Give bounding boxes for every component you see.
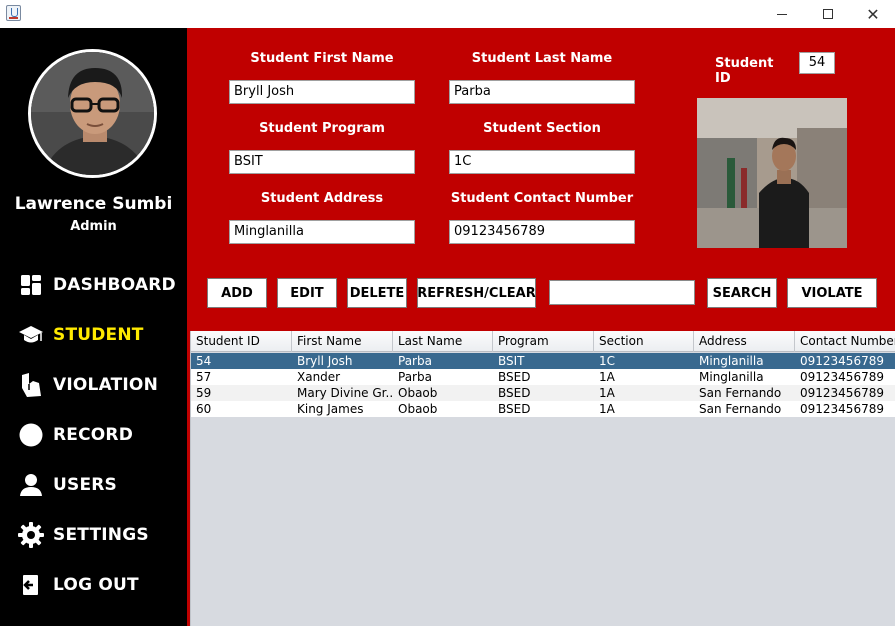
search-input[interactable] — [549, 280, 695, 305]
violation-hand-icon — [18, 372, 44, 398]
table-cell: San Fernando — [699, 386, 782, 400]
maximize-button[interactable] — [805, 0, 851, 28]
table-cell: 1C — [599, 354, 616, 368]
student-form-panel: Student First Name Bryll Josh Student La… — [187, 28, 895, 626]
first-name-field[interactable]: Bryll Josh — [229, 80, 415, 104]
table-row[interactable]: 57 Xander Parba BSED 1A Minglanilla 0912… — [191, 369, 895, 385]
table-cell: 09123456789 — [800, 354, 884, 368]
logout-icon — [18, 572, 44, 598]
avatar — [28, 49, 157, 178]
table-cell: San Fernando — [699, 402, 782, 416]
minimize-button[interactable] — [759, 0, 805, 28]
address-label: Student Address — [260, 191, 384, 206]
close-icon: ✕ — [866, 4, 880, 24]
student-photo — [697, 98, 847, 248]
table-cell: 59 — [196, 386, 212, 400]
student-id-field[interactable]: 54 — [799, 52, 835, 74]
column-header[interactable]: Address — [694, 331, 795, 352]
table-cell: 54 — [196, 354, 212, 368]
nav-dashboard[interactable]: DASHBOARD — [0, 268, 187, 302]
table-cell: 09123456789 — [800, 386, 884, 400]
column-header[interactable]: Contact Number — [795, 331, 895, 352]
table-cell: Minglanilla — [699, 370, 764, 384]
table-cell: Obaob — [398, 386, 438, 400]
graduation-cap-icon — [18, 322, 44, 348]
table-cell: 1A — [599, 402, 615, 416]
nav-violation-label: VIOLATION — [53, 375, 159, 395]
violate-button[interactable]: VIOLATE — [787, 278, 877, 308]
user-icon — [18, 472, 44, 498]
avatar-photo — [31, 52, 154, 175]
contact-label: Student Contact Number — [450, 191, 634, 206]
delete-button[interactable]: DELETE — [347, 278, 407, 308]
user-name: Lawrence Sumbi — [14, 194, 173, 214]
program-field[interactable]: BSIT — [229, 150, 415, 174]
section-label: Student Section — [483, 121, 601, 136]
nav-record[interactable]: RECORD — [0, 418, 187, 452]
table-cell: King James — [297, 402, 364, 416]
minimize-icon — [777, 13, 787, 15]
student-id-label: Student ID — [715, 56, 774, 86]
nav-logout[interactable]: LOG OUT — [0, 568, 187, 602]
java-app-icon — [6, 5, 21, 21]
nav-logout-label: LOG OUT — [53, 575, 139, 595]
program-label: Student Program — [259, 121, 385, 136]
nav-settings-label: SETTINGS — [53, 525, 149, 545]
nav-record-label: RECORD — [53, 425, 134, 445]
table-row[interactable]: 60 King James Obaob BSED 1A San Fernando… — [191, 401, 895, 417]
table-cell: Mary Divine Gr... — [297, 386, 393, 400]
table-cell: Parba — [398, 370, 432, 384]
add-button[interactable]: ADD — [207, 278, 267, 308]
table-cell: 57 — [196, 370, 212, 384]
table-cell: 09123456789 — [800, 370, 884, 384]
nav-users[interactable]: USERS — [0, 468, 187, 502]
nav-dashboard-label: DASHBOARD — [53, 275, 176, 295]
column-header[interactable]: First Name — [292, 331, 393, 352]
window-title-bar: ✕ — [0, 0, 895, 28]
contact-field[interactable]: 09123456789 — [449, 220, 635, 244]
table-cell: BSIT — [498, 354, 525, 368]
edit-button[interactable]: EDIT — [277, 278, 337, 308]
table-cell: 1A — [599, 386, 615, 400]
user-role: Admin — [70, 219, 117, 234]
table-cell: BSED — [498, 402, 531, 416]
first-name-label: Student First Name — [250, 51, 394, 66]
column-header[interactable]: Program — [493, 331, 594, 352]
section-field[interactable]: 1C — [449, 150, 635, 174]
nav-violation[interactable]: VIOLATION — [0, 368, 187, 402]
table-row[interactable]: 59 Mary Divine Gr... Obaob BSED 1A San F… — [191, 385, 895, 401]
sidebar: Lawrence Sumbi Admin DASHBOARD STUDENT V… — [0, 28, 187, 626]
table-cell: 60 — [196, 402, 212, 416]
nav-users-label: USERS — [53, 475, 117, 495]
nav-settings[interactable]: SETTINGS — [0, 518, 187, 552]
table-cell: Minglanilla — [699, 354, 764, 368]
students-table[interactable]: Student ID First Name Last Name Program … — [190, 331, 895, 626]
maximize-icon — [823, 9, 833, 19]
last-name-field[interactable]: Parba — [449, 80, 635, 104]
close-button[interactable]: ✕ — [850, 0, 895, 28]
column-header[interactable]: Section — [594, 331, 694, 352]
record-circle-icon — [18, 422, 44, 448]
column-header[interactable]: Student ID — [191, 331, 292, 352]
table-cell: Xander — [297, 370, 341, 384]
table-cell: Obaob — [398, 402, 438, 416]
table-cell: BSED — [498, 370, 531, 384]
refresh-clear-button[interactable]: REFRESH/CLEAR — [417, 278, 536, 308]
nav-student-label: STUDENT — [53, 325, 144, 345]
column-header[interactable]: Last Name — [393, 331, 493, 352]
table-cell: 09123456789 — [800, 402, 884, 416]
nav-student[interactable]: STUDENT — [0, 318, 187, 352]
search-button[interactable]: SEARCH — [707, 278, 777, 308]
table-cell: Parba — [398, 354, 432, 368]
table-cell: 1A — [599, 370, 615, 384]
table-header: Student ID First Name Last Name Program … — [191, 331, 895, 352]
dashboard-icon — [18, 272, 44, 298]
table-cell: Bryll Josh — [297, 354, 353, 368]
last-name-label: Student Last Name — [471, 51, 613, 66]
table-cell: BSED — [498, 386, 531, 400]
address-field[interactable]: Minglanilla — [229, 220, 415, 244]
gear-icon — [18, 522, 44, 548]
table-row[interactable]: 54 Bryll Josh Parba BSIT 1C Minglanilla … — [191, 353, 895, 369]
